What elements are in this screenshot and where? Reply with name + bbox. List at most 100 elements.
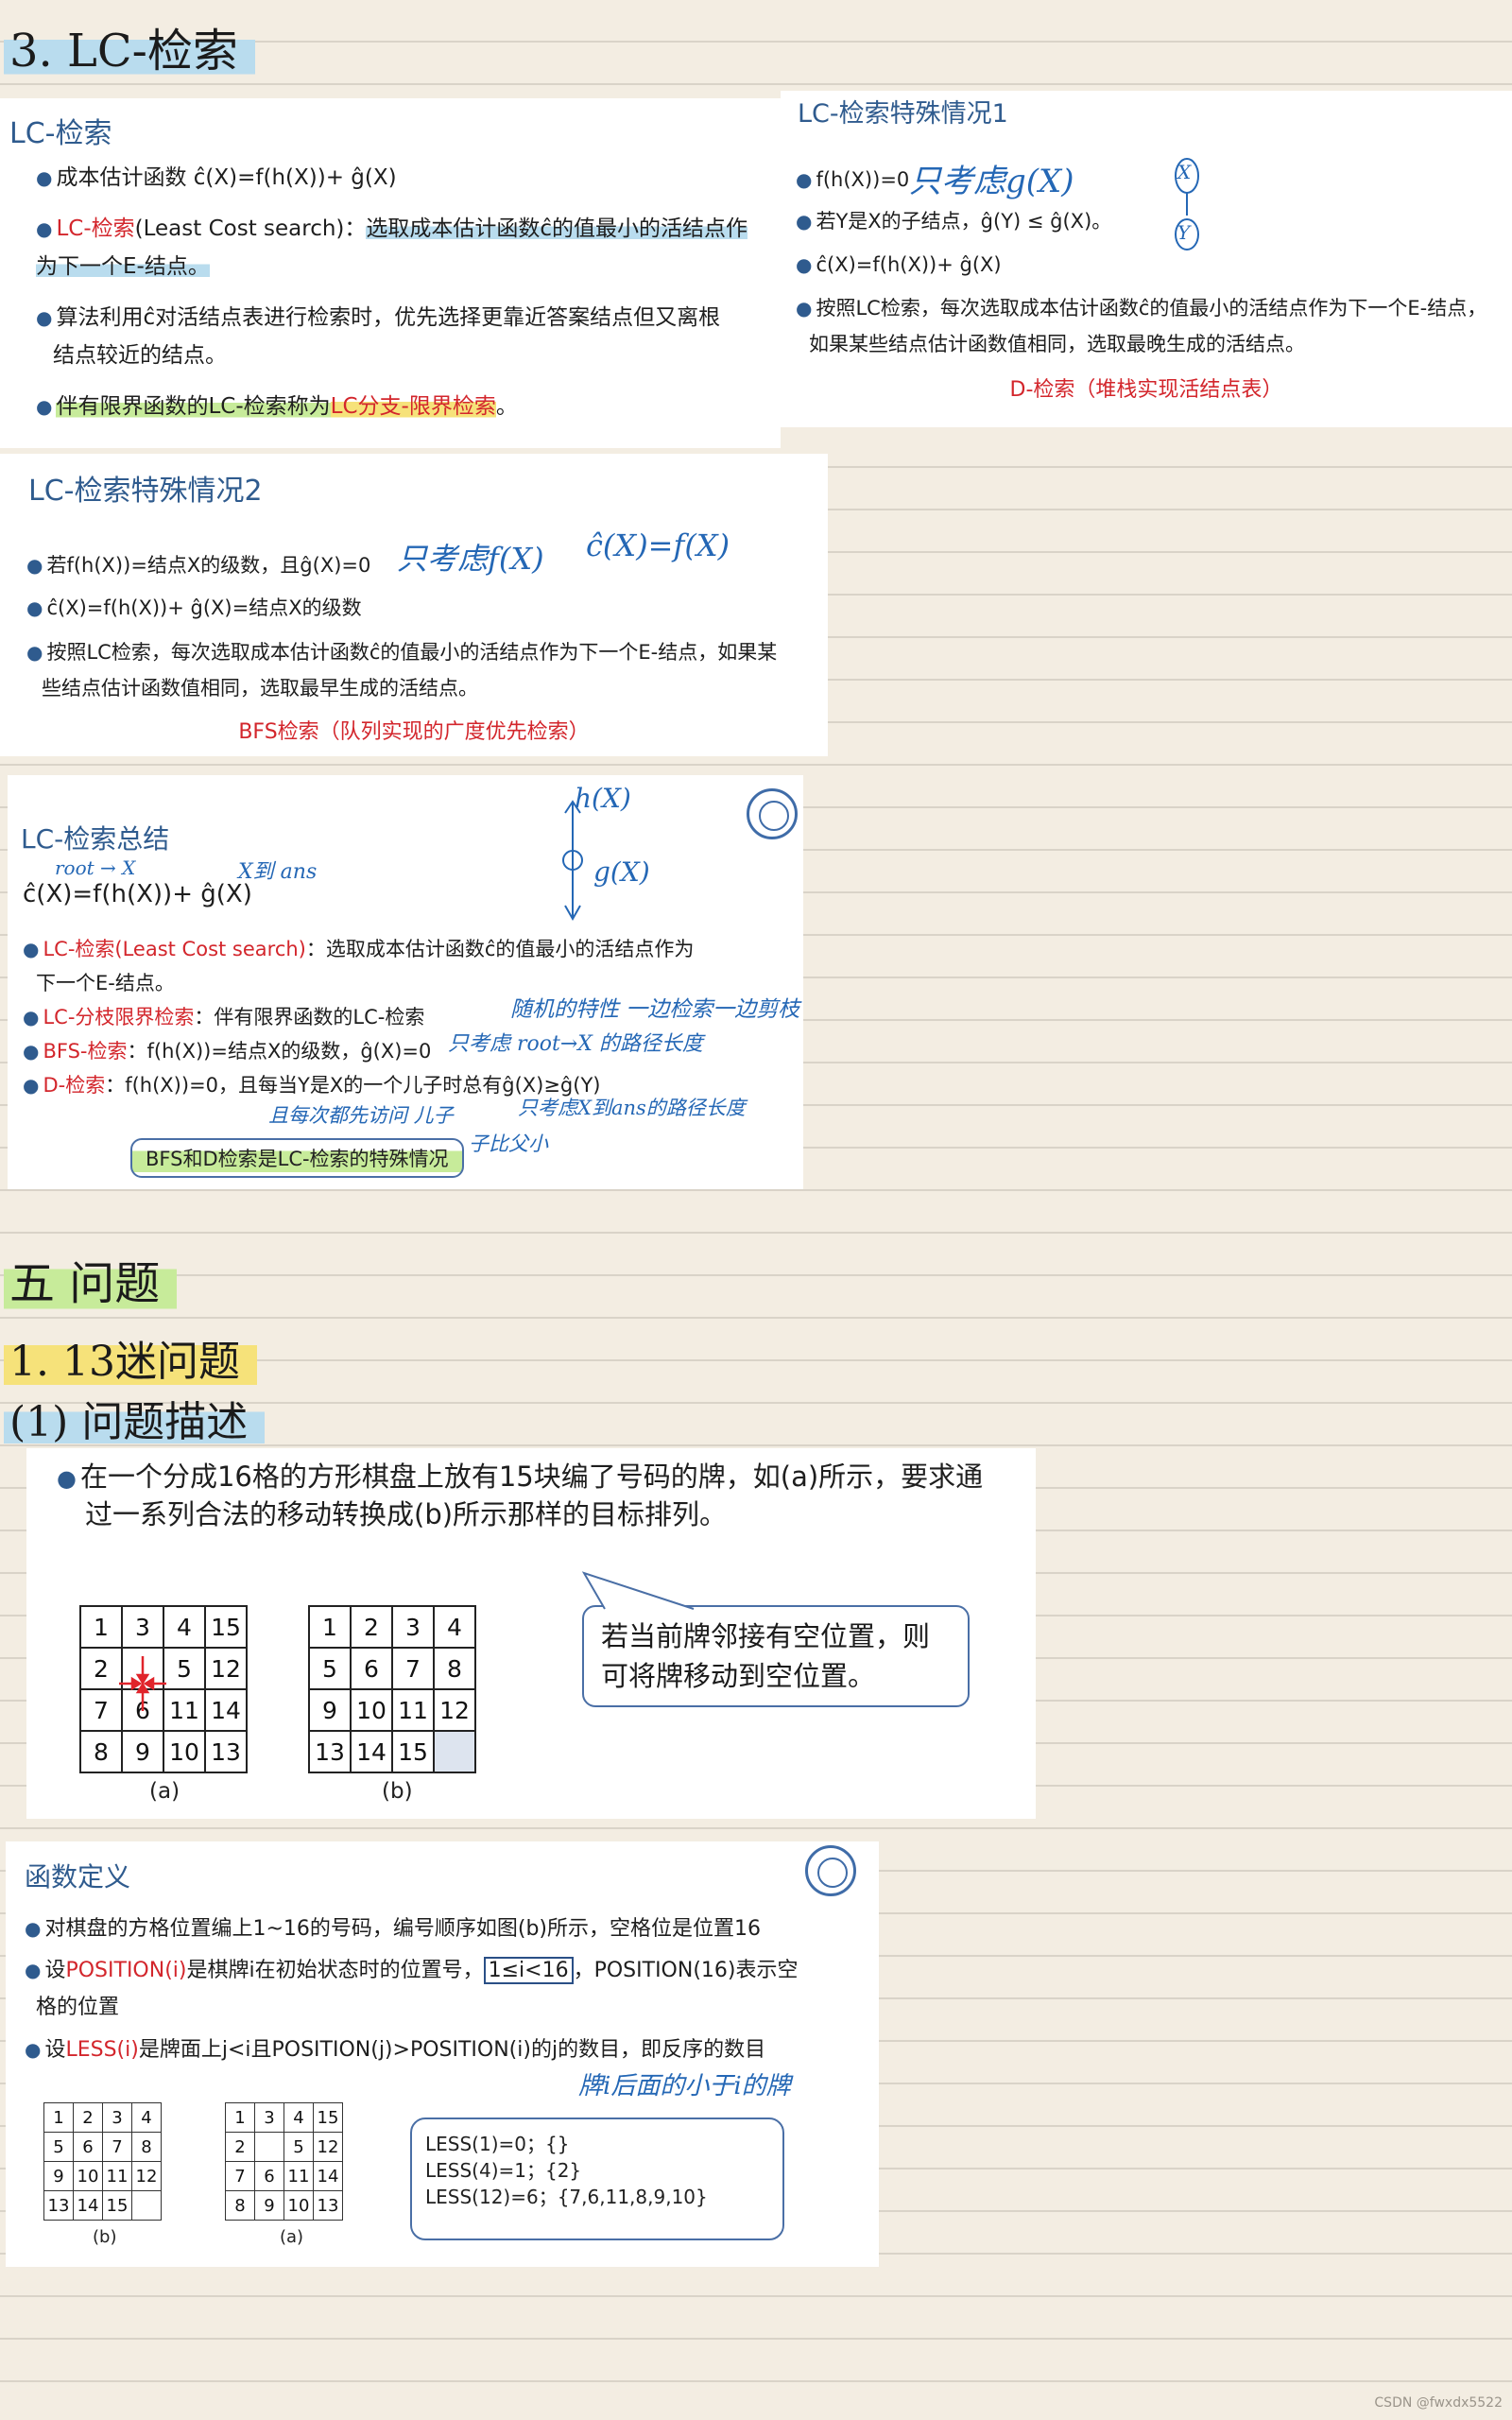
grid-tile: 11 [391,1688,435,1732]
grid-tile: 8 [131,2132,162,2162]
puzzle-bullet: ● 在一个分成16格的方形棋盘上放有15块编了号码的牌，如(a)所示，要求通 [57,1461,984,1493]
bullet-formula-level: ● ĉ(X)=f(h(X))+ ĝ(X)=结点X的级数 [26,596,362,619]
grid-tile: 10 [284,2190,314,2221]
section-heading-15-puzzle: 1. 13迷问题 [4,1327,257,1388]
grid-tile: 5 [43,2132,74,2162]
grid-tile: 9 [254,2190,284,2221]
summary-d-search: ● D-检索：f(h(X))=0，且每当Y是X的一个儿子时总有ĝ(X)≥ĝ(Y) [23,1074,601,1097]
subsection-heading-description: (1) 问题描述 [4,1388,266,1448]
grid-tile: 5 [284,2132,314,2162]
grid-empty-cell [131,2190,162,2221]
grid-tile: 5 [308,1647,352,1690]
less-example-4: LESS(4)=1；{2} [425,2159,582,2182]
move-rule-bubble: 若当前牌邻接有空位置，则 可将牌移动到空位置。 [582,1605,970,1707]
slide-footer-d-search: D-检索（堆栈实现活结点表） [1009,378,1283,402]
summary-box: BFS和D检索是LC-检索的特殊情况 [130,1138,464,1178]
grid-tile: 13 [313,2190,343,2221]
summary-lc: ● LC-检索(Least Cost search)：选取成本估计函数ĉ的值最小的… [23,938,695,960]
handwritten-note-child: 子比父小 [469,1132,548,1155]
mini-grid-initial: 1 3 4 15 2 5 12 7 6 11 14 8 9 10 13 [225,2102,343,2221]
def-bullet-position-cont: 格的位置 [36,1996,120,2019]
grid-tile: 10 [73,2161,103,2191]
grid-tile: 6 [254,2161,284,2191]
grid-tile: 14 [350,1730,393,1773]
bullet-lc-rule: ● 按照LC检索，每次选取成本估计函数ĉ的值最小的活结点作为下一个E-结点，如果某 [26,641,778,664]
slide-title: LC-检索特殊情况2 [28,475,263,508]
slide-function-definition: 函数定义 ● 对棋盘的方格位置编上1~16的号码，编号顺序如图(b)所示，空格位是… [6,1841,879,2267]
def-bullet-position: ● 设POSITION(i)是棋牌i在初始状态时的位置号， 1≤i<16 ，POSIT… [25,1957,799,1984]
less-example-12: LESS(12)=6；{7,6,11,8,9,10} [425,2186,708,2208]
grid-tile: 1 [225,2102,255,2133]
bullet-f-zero: ● f(h(X))=0 [796,168,910,191]
grid-tile: 15 [313,2102,343,2133]
bullet-child-node: ● 若Y是X的子结点，ĝ(Y) ≤ ĝ(X)。 [796,210,1112,233]
slide-special-case-2: LC-检索特殊情况2 ● 若f(h(X))=结点X的级数，且ĝ(X)=0 只考虑f… [0,454,828,756]
grid-tile: 13 [43,2190,74,2221]
grid-tile: 8 [433,1647,476,1690]
slide-lc-summary: LC-检索总结 root → X X到 ans h(X) g(X) ĉ(X)=f… [8,775,803,1189]
caption-mini-a: (a) [280,2227,304,2247]
university-seal-icon [747,788,798,839]
grid-tile: 4 [433,1605,476,1649]
move-arrows-icon [119,1656,166,1711]
grid-tile: 3 [102,2102,132,2133]
handwritten-note-path: 只考虑 root→X 的路径长度 [448,1032,703,1056]
grid-tile: 4 [284,2102,314,2133]
grid-tile: 15 [391,1730,435,1773]
slide-title: LC-检索总结 [21,823,170,855]
bullet-lc-rule: ● 按照LC检索，每次选取成本估计函数ĉ的值最小的活结点作为下一个E-结点， [796,297,1487,320]
slide-title: 函数定义 [25,1861,131,1893]
bullet-algorithm: ● 算法利用ĉ对活结点表进行检索时，优先选择更靠近答案结点但又离根 [36,305,721,330]
caption-b: (b) [382,1779,413,1804]
handwritten-note-c: ĉ(X)=f(X) [586,527,730,563]
tree-label-x: X [1177,161,1192,183]
watermark: CSDN @fwxdx5522 [1374,2395,1503,2411]
grid-tile: 7 [102,2132,132,2162]
grid-tile: 11 [102,2161,132,2191]
grid-tile: 3 [391,1605,435,1649]
grid-tile: 15 [102,2190,132,2221]
handwritten-note-g: 只考虑g(X) [909,163,1074,200]
less-example-1: LESS(1)=0；{} [425,2133,570,2155]
grid-tile: 2 [73,2102,103,2133]
grid-tile: 2 [350,1605,393,1649]
grid-tile: 12 [313,2132,343,2162]
handwritten-note-gx: g(X) [593,856,650,888]
def-bullet-less: ● 设LESS(i)是牌面上j<i且POSITION(j)>POSITION(i)… [25,2038,766,2062]
slide-footer-bfs: BFS检索（队列实现的广度优先检索） [238,720,590,744]
slide-lc-search: LC-检索 ● 成本估计函数 ĉ(X)=f(h(X))+ ĝ(X) ● LC-检索(… [0,98,781,448]
grid-tile: 3 [254,2102,284,2133]
summary-lc-cont: 下一个E-结点。 [36,972,175,994]
grid-tile: 1 [308,1605,352,1649]
section-heading-lc-search: 3. LC-检索 [4,13,255,79]
grid-tile: 7 [225,2161,255,2191]
grid-tile: 14 [313,2161,343,2191]
grid-tile: 6 [350,1647,393,1690]
puzzle-grid-goal: 1 2 3 4 5 6 7 8 9 10 11 12 13 14 15 [308,1605,476,1773]
caption-mini-b: (b) [93,2227,117,2247]
bullet-cost-function: ● 成本估计函数 ĉ(X)=f(h(X))+ ĝ(X) [36,165,397,190]
bubble-line-1: 若当前牌邻接有空位置，则 [601,1620,931,1652]
grid-tile: 13 [308,1730,352,1773]
mini-grid-goal: 1 2 3 4 5 6 7 8 9 10 11 12 13 14 15 [43,2102,162,2221]
grid-empty-cell [254,2132,284,2162]
bullet-lc-rule-cont: 些结点估计函数值相同，选取最早生成的活结点。 [42,677,478,700]
university-seal-icon [805,1845,856,1896]
bullet-lc-rule-cont: 如果某些结点估计函数值相同，选取最晚生成的活结点。 [809,333,1305,355]
grid-tile: 8 [225,2190,255,2221]
grid-tile: 2 [225,2132,255,2162]
handwritten-note-ans-path: 只考虑X到ans的路径长度 [518,1097,746,1119]
summary-branch-bound: ● LC-分枝限界检索：伴有限界函数的LC-检索 [23,1006,425,1028]
grid-tile: 1 [43,2102,74,2133]
grid-tile: 9 [43,2161,74,2191]
bullet-lc-definition: ● LC-检索(Least Cost search)：选取成本估计函数ĉ的值最小的… [36,216,748,241]
grid-tile: 10 [350,1688,393,1732]
chapter-heading-problems: 五 问题 [4,1246,178,1312]
summary-formula: ĉ(X)=f(h(X))+ ĝ(X) [23,880,252,908]
summary-bfs: ● BFS-检索：f(h(X))=结点X的级数，ĝ(X)=0 [23,1040,432,1063]
bubble-line-2: 可将牌移动到空位置。 [601,1660,876,1692]
grid-tile: 4 [131,2102,162,2133]
grid-tile: 6 [73,2132,103,2162]
bullet-f-level: ● 若f(h(X))=结点X的级数，且ĝ(X)=0 [26,554,371,577]
grid-tile: 7 [391,1647,435,1690]
